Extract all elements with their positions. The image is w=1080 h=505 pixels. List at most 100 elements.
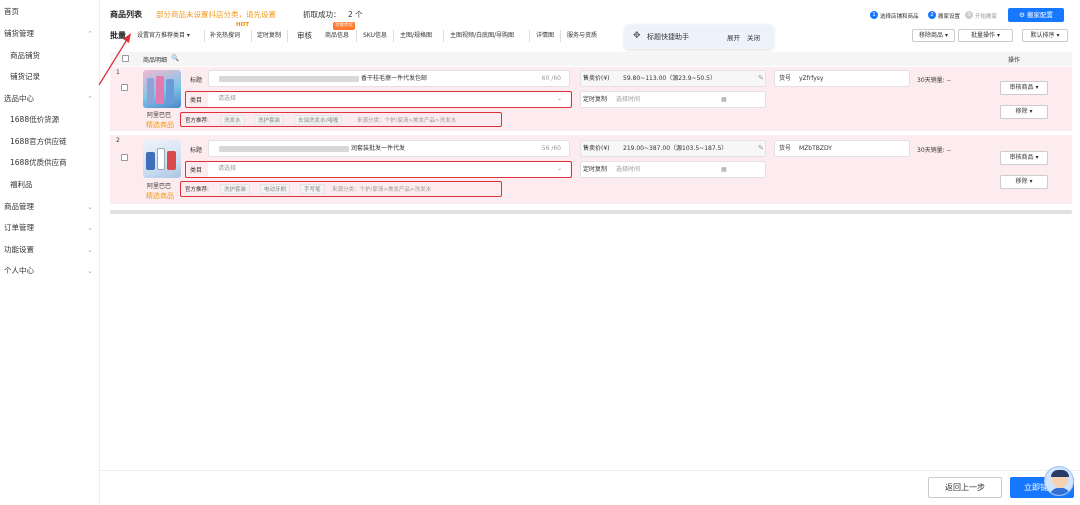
source-label: 阿里巴巴 bbox=[147, 183, 172, 190]
recommend-tag[interactable]: 手写笔 bbox=[300, 184, 325, 194]
nav-distribution[interactable]: 铺货管理 ⌃ bbox=[0, 24, 100, 44]
category-select[interactable]: 请选择 ⌄ bbox=[208, 162, 570, 177]
recommend-tag[interactable]: 电动牙刷 bbox=[260, 184, 291, 194]
review-main-image[interactable]: 主图/规格图 bbox=[400, 30, 432, 42]
chevron-up-icon: ⌃ bbox=[87, 95, 93, 103]
remove-button[interactable]: 移除 ▾ bbox=[1000, 175, 1048, 189]
recommend-tag[interactable]: 洗发水 bbox=[220, 115, 245, 125]
nav-selection-center[interactable]: 选品中心 ⌃ bbox=[0, 89, 100, 109]
nav-home[interactable]: 首页 bbox=[0, 2, 100, 22]
timing-copy-button[interactable]: 定时复制 bbox=[257, 30, 281, 42]
batch-operation-button[interactable]: 批量操作 ▾ bbox=[958, 29, 1013, 42]
category-placeholder: 请选择 bbox=[218, 95, 237, 102]
edit-icon[interactable]: ✎ bbox=[758, 74, 764, 82]
set-category-dropdown[interactable]: 设置官方推荐类目 ▾ bbox=[137, 30, 190, 42]
warning-text[interactable]: 部分商品未设置抖店分类，请先设置 bbox=[156, 9, 276, 20]
title-label: 标题 bbox=[190, 147, 203, 154]
divider bbox=[560, 30, 561, 42]
review-product-info[interactable]: 商品信息 bbox=[325, 30, 349, 42]
review-detail-image[interactable]: 详情图 bbox=[536, 30, 554, 42]
chevron-down-icon: ⌄ bbox=[87, 246, 93, 254]
main-content: 商品列表 部分商品未设置抖店分类，请先设置 抓取成功： 2 个 1 选择店铺和商… bbox=[98, 0, 1080, 505]
nav-1688-official[interactable]: 1688官方供应链 bbox=[0, 132, 100, 152]
back-button[interactable]: 返回上一步 bbox=[928, 477, 1002, 498]
recommend-tag[interactable]: 洗护套装 bbox=[254, 115, 285, 125]
title-text: 香干桂毛擦一件代发包邮 bbox=[361, 75, 428, 82]
nav-product-distribute[interactable]: 商品铺货 bbox=[0, 46, 100, 66]
review-sku-info[interactable]: SKU信息 bbox=[363, 30, 387, 42]
nav-product-manage[interactable]: 商品管理 ⌄ bbox=[0, 197, 100, 217]
price-value: 59.80~113.00（源23.9~50.5） bbox=[623, 75, 716, 82]
search-icon[interactable]: 🔍 bbox=[171, 54, 179, 62]
step-3-badge: 3 bbox=[965, 11, 973, 19]
review-video[interactable]: 主图视频/白底图/导购图 bbox=[450, 30, 514, 42]
config-button-label: 搬家配置 bbox=[1026, 11, 1053, 19]
sku-label: 货号 bbox=[779, 145, 792, 152]
timing-placeholder: 选择时间 bbox=[616, 96, 641, 103]
review-product-button[interactable]: 审核商品 ▾ bbox=[1000, 81, 1048, 95]
step-3-label: 开始搬家 bbox=[975, 14, 998, 20]
chevron-up-icon: ⌃ bbox=[87, 30, 93, 38]
step-1-label: 选择店铺和商品 bbox=[880, 14, 919, 20]
annotation-arrow-icon bbox=[98, 33, 131, 86]
timing-field[interactable]: 定时复制 选择时间 ▦ bbox=[580, 91, 766, 108]
official-recommend: 官方推荐: 洗护套装 电动牙刷 手写笔 来源分类：个护/家清>美发产品>洗发水 bbox=[182, 182, 500, 195]
category-select[interactable]: 请选择 ⌄ bbox=[208, 92, 570, 107]
title-text: 润套装批发一件代发 bbox=[351, 145, 406, 152]
product-thumbnail[interactable] bbox=[143, 70, 181, 108]
move-icon[interactable]: ✥ bbox=[633, 31, 641, 41]
hot-search-button[interactable]: 补充热搜词 bbox=[210, 30, 240, 42]
divider bbox=[251, 30, 252, 42]
sales-30d: 30天销量: -- bbox=[917, 77, 951, 84]
table-row: 1 阿里巴巴 精选商品 标题 香干桂毛擦一件代发包邮 60 /60 类目 请选择… bbox=[110, 67, 1072, 131]
edit-icon[interactable]: ✎ bbox=[758, 144, 764, 152]
calendar-icon: ▦ bbox=[721, 166, 727, 173]
recommend-source: 来源分类：个护/家清>美发产品>洗发水 bbox=[332, 187, 432, 193]
timing-field[interactable]: 定时复制 选择时间 ▦ bbox=[580, 161, 766, 178]
fetch-count-value: 2 个 bbox=[348, 10, 363, 19]
nav-order-manage[interactable]: 订单管理 ⌄ bbox=[0, 218, 100, 238]
row-checkbox[interactable] bbox=[121, 154, 128, 161]
title-input[interactable]: 润套装批发一件代发 56 /60 bbox=[208, 140, 570, 157]
table-row: 2 阿里巴巴 精选商品 标题 润套装批发一件代发 56 /60 类目 请选择 ⌄… bbox=[110, 135, 1072, 204]
assistant-expand-button[interactable]: 展开 bbox=[727, 32, 740, 42]
sku-field[interactable]: 货号 yZfrfysy bbox=[774, 70, 910, 87]
price-field[interactable]: 售卖价(¥) 59.80~113.00（源23.9~50.5） bbox=[580, 70, 766, 87]
divider bbox=[204, 30, 205, 42]
horizontal-scrollbar[interactable] bbox=[110, 210, 1072, 214]
nav-1688-quality[interactable]: 1688优质供应商 bbox=[0, 153, 100, 173]
sku-field[interactable]: 货号 MZbTBZDY bbox=[774, 140, 910, 157]
selected-badge: 精选商品 bbox=[146, 121, 174, 129]
product-thumbnail[interactable] bbox=[143, 140, 181, 178]
nav-settings[interactable]: 功能设置 ⌄ bbox=[0, 240, 100, 260]
nav-welfare[interactable]: 福利品 bbox=[0, 175, 100, 195]
header-op-label: 操作 bbox=[1008, 57, 1021, 64]
title-input[interactable]: 香干桂毛擦一件代发包邮 60 /60 bbox=[208, 70, 570, 87]
assistant-avatar[interactable] bbox=[1044, 466, 1074, 496]
chevron-down-icon: ⌄ bbox=[87, 203, 93, 211]
price-field[interactable]: 售卖价(¥) 219.00~387.00（源103.5~187.5） bbox=[580, 140, 766, 157]
remove-products-button[interactable]: 移除商品 ▾ bbox=[912, 29, 955, 42]
calendar-icon: ▦ bbox=[721, 96, 727, 103]
recommend-tag[interactable]: 去油洗发水/啫喱 bbox=[294, 115, 343, 125]
recommend-tag[interactable]: 洗护套装 bbox=[220, 184, 251, 194]
review-product-button[interactable]: 审核商品 ▾ bbox=[1000, 151, 1048, 165]
config-button[interactable]: ⚙ 搬家配置 bbox=[1008, 8, 1064, 22]
source-label: 阿里巴巴 bbox=[147, 112, 172, 119]
table-header: 商品明细 🔍 操作 bbox=[110, 52, 1072, 66]
sales-30d: 30天销量: -- bbox=[917, 147, 951, 154]
blurred-text bbox=[219, 146, 349, 152]
assistant-close-button[interactable]: 关闭 bbox=[747, 32, 760, 42]
sidebar: 首页 铺货管理 ⌃ 商品铺货 铺货记录 选品中心 ⌃ 1688低价货源 1688官方… bbox=[0, 0, 100, 505]
recommend-label: 官方推荐: bbox=[185, 187, 209, 193]
review-service[interactable]: 服务与资质 bbox=[567, 30, 597, 42]
nav-1688-lowprice[interactable]: 1688低价货源 bbox=[0, 110, 100, 130]
nav-personal[interactable]: 个人中心 ⌄ bbox=[0, 261, 100, 281]
price-value: 219.00~387.00（源103.5~187.5） bbox=[623, 145, 728, 152]
chevron-down-icon: ⌄ bbox=[87, 224, 93, 232]
remove-button[interactable]: 移除 ▾ bbox=[1000, 105, 1048, 119]
fetch-count-label: 抓取成功： bbox=[303, 10, 341, 19]
review-label: 审核 bbox=[297, 31, 312, 40]
nav-distribute-record[interactable]: 铺货记录 bbox=[0, 67, 100, 87]
sort-dropdown[interactable]: 默认排序 ▾ bbox=[1022, 29, 1068, 42]
